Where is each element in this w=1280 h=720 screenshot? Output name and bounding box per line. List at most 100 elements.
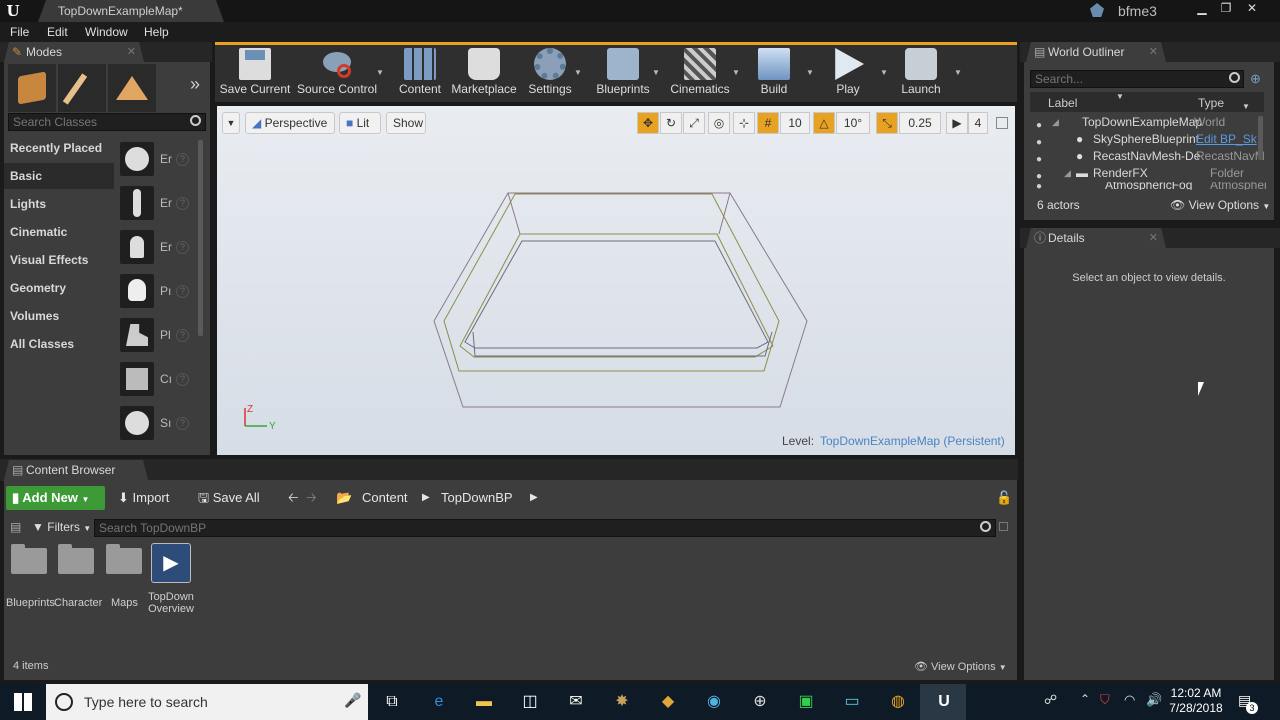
lock-icon[interactable]: 🔓 bbox=[996, 487, 1012, 509]
rotation-snap-value[interactable]: 10° bbox=[836, 112, 870, 134]
build-button[interactable]: Build bbox=[752, 46, 796, 98]
col-label-header[interactable]: Label bbox=[1048, 96, 1077, 110]
visibility-eye-icon[interactable]: ● bbox=[1036, 182, 1042, 190]
help-icon[interactable]: ? bbox=[176, 417, 189, 430]
scale-snap-value[interactable]: 0.25 bbox=[899, 112, 941, 134]
scale-snap-toggle[interactable]: ⤡ bbox=[876, 112, 898, 134]
import-button[interactable]: ⬇ Import bbox=[118, 487, 169, 509]
view-mode-lit-button[interactable]: ■ Lit bbox=[339, 112, 381, 134]
col-type-header[interactable]: Type bbox=[1198, 96, 1224, 110]
category-cinematic[interactable]: Cinematic bbox=[10, 225, 67, 239]
help-icon[interactable]: ? bbox=[176, 197, 189, 210]
category-geometry[interactable]: Geometry bbox=[10, 281, 66, 295]
sources-toggle-icon[interactable]: ▤ bbox=[10, 520, 21, 534]
file-explorer-icon[interactable]: ▬ bbox=[472, 690, 496, 714]
outliner-scrollbar[interactable] bbox=[1258, 116, 1263, 160]
category-visual-effects[interactable]: Visual Effects bbox=[10, 253, 88, 267]
sort-icon[interactable]: ▼ bbox=[1116, 92, 1124, 101]
chevron-down-icon[interactable]: ▼ bbox=[652, 68, 660, 77]
chevron-down-icon[interactable]: ▼ bbox=[574, 68, 582, 77]
folder-maps-icon[interactable] bbox=[106, 544, 142, 574]
outliner-row[interactable]: ● ● RecastNavMesh-De RecastNavM bbox=[1030, 148, 1266, 165]
app-sun-icon[interactable]: ✸ bbox=[610, 690, 634, 714]
empty-pawn-item[interactable] bbox=[120, 230, 154, 264]
forward-button[interactable]: 🡢 bbox=[306, 487, 317, 509]
close-tab-icon[interactable]: ✕ bbox=[127, 42, 136, 62]
antivirus-shield-icon[interactable]: ⛉ bbox=[1100, 692, 1110, 708]
tab-modes[interactable]: ✎ Modes ✕ bbox=[4, 42, 144, 62]
tab-world-outliner[interactable]: ▤ World Outliner ✕ bbox=[1026, 42, 1166, 62]
back-button[interactable]: 🡠 bbox=[288, 487, 299, 509]
viewport-options-button[interactable]: ▼ bbox=[222, 112, 240, 134]
outliner-row[interactable]: ● AtmosphericFog Atmospheri bbox=[1030, 182, 1266, 190]
close-button[interactable]: ✕ bbox=[1240, 0, 1264, 16]
save-current-button[interactable]: Save Current bbox=[218, 46, 292, 98]
app-crosshair-icon[interactable]: ⊕ bbox=[748, 690, 772, 714]
app-monitor-icon[interactable]: ▭ bbox=[840, 690, 864, 714]
chevron-down-icon[interactable]: ▼ bbox=[806, 68, 814, 77]
save-all-button[interactable]: 🖫 Save All bbox=[198, 487, 260, 509]
chevron-down-icon[interactable]: ▼ bbox=[732, 68, 740, 77]
landscape-mode-button[interactable] bbox=[108, 64, 156, 112]
category-recently-placed[interactable]: Recently Placed bbox=[10, 141, 102, 155]
outliner-search-input[interactable] bbox=[1030, 70, 1244, 88]
topdown-overview-asset-icon[interactable]: ▶ bbox=[151, 543, 191, 583]
folder-path-icon[interactable]: 📂 bbox=[336, 487, 352, 509]
menu-window[interactable]: Window bbox=[85, 25, 128, 39]
empty-actor-item[interactable] bbox=[120, 142, 154, 176]
store-icon[interactable]: ◫ bbox=[518, 690, 542, 714]
content-view-options-button[interactable]: 👁 View Options ▼ bbox=[914, 660, 1007, 673]
chrome-icon[interactable]: ◍ bbox=[886, 690, 910, 714]
search-assets-input[interactable] bbox=[94, 519, 996, 537]
chevron-up-icon[interactable]: ⌃ bbox=[1080, 692, 1090, 706]
tab-details[interactable]: ⓘ Details ✕ bbox=[1026, 228, 1166, 248]
empty-character-item[interactable] bbox=[120, 186, 154, 220]
grid-snap-toggle[interactable]: # bbox=[757, 112, 779, 134]
placement-scrollbar[interactable] bbox=[198, 140, 203, 336]
category-basic[interactable]: Basic bbox=[4, 163, 114, 189]
rotation-snap-toggle[interactable]: △ bbox=[813, 112, 835, 134]
row-type-link[interactable]: Edit BP_Sk bbox=[1196, 131, 1257, 148]
marketplace-button[interactable]: Marketplace bbox=[450, 46, 518, 98]
filters-button[interactable]: ▼ Filters ▼ bbox=[32, 520, 91, 534]
content-button[interactable]: Content bbox=[396, 46, 444, 98]
camera-speed-value[interactable]: 4 bbox=[968, 112, 988, 134]
place-mode-button[interactable] bbox=[8, 64, 56, 112]
expand-arrow-icon[interactable]: ◢ bbox=[1064, 165, 1071, 182]
source-control-button[interactable]: Source Control bbox=[296, 46, 378, 98]
blueprints-button[interactable]: Blueprints bbox=[594, 46, 652, 98]
launch-button[interactable]: Launch bbox=[896, 46, 946, 98]
point-light-item[interactable] bbox=[120, 274, 154, 308]
chevron-down-icon[interactable]: ▼ bbox=[376, 68, 384, 77]
windows-start-icon[interactable] bbox=[14, 693, 32, 711]
folder-character-icon[interactable] bbox=[58, 544, 94, 574]
settings-button[interactable]: Settings bbox=[526, 46, 574, 98]
help-icon[interactable]: ? bbox=[176, 329, 189, 342]
level-name[interactable]: TopDownExampleMap (Persistent) bbox=[820, 434, 1005, 448]
help-icon[interactable]: ? bbox=[176, 285, 189, 298]
app-shield-icon[interactable]: ◆ bbox=[656, 690, 680, 714]
wifi-icon[interactable]: ◠ bbox=[1124, 692, 1135, 708]
camera-speed-icon[interactable]: ▶ bbox=[946, 112, 968, 134]
minimize-button[interactable]: ▁ bbox=[1190, 0, 1214, 16]
cube-item[interactable] bbox=[120, 362, 154, 396]
maximize-viewport-icon[interactable] bbox=[996, 117, 1008, 129]
category-all-classes[interactable]: All Classes bbox=[10, 337, 74, 351]
microphone-icon[interactable]: 🎤 bbox=[344, 692, 361, 709]
category-lights[interactable]: Lights bbox=[10, 197, 46, 211]
expand-arrow-icon[interactable]: ◢ bbox=[1052, 114, 1059, 131]
category-volumes[interactable]: Volumes bbox=[10, 309, 59, 323]
move-tool-button[interactable]: ✥ bbox=[637, 112, 659, 134]
volume-icon[interactable]: 🔊 bbox=[1146, 692, 1162, 708]
close-tab-icon[interactable]: ✕ bbox=[1149, 228, 1158, 248]
search-classes-input[interactable] bbox=[8, 113, 206, 131]
chevron-down-icon[interactable]: ▼ bbox=[1242, 102, 1250, 111]
perspective-button[interactable]: ◢ Perspective bbox=[245, 112, 335, 134]
chevron-down-icon[interactable]: ▼ bbox=[880, 68, 888, 77]
outliner-view-options-button[interactable]: 👁 View Options ▼ bbox=[1170, 198, 1270, 212]
tab-content-browser[interactable]: ▤ Content Browser bbox=[4, 460, 148, 480]
outliner-row[interactable]: ● ● SkySphereBlueprint Edit BP_Sk bbox=[1030, 131, 1266, 148]
path-topdownbp[interactable]: TopDownBP bbox=[441, 487, 513, 509]
menu-file[interactable]: File bbox=[10, 25, 29, 39]
people-icon[interactable]: ☍ bbox=[1044, 692, 1057, 708]
